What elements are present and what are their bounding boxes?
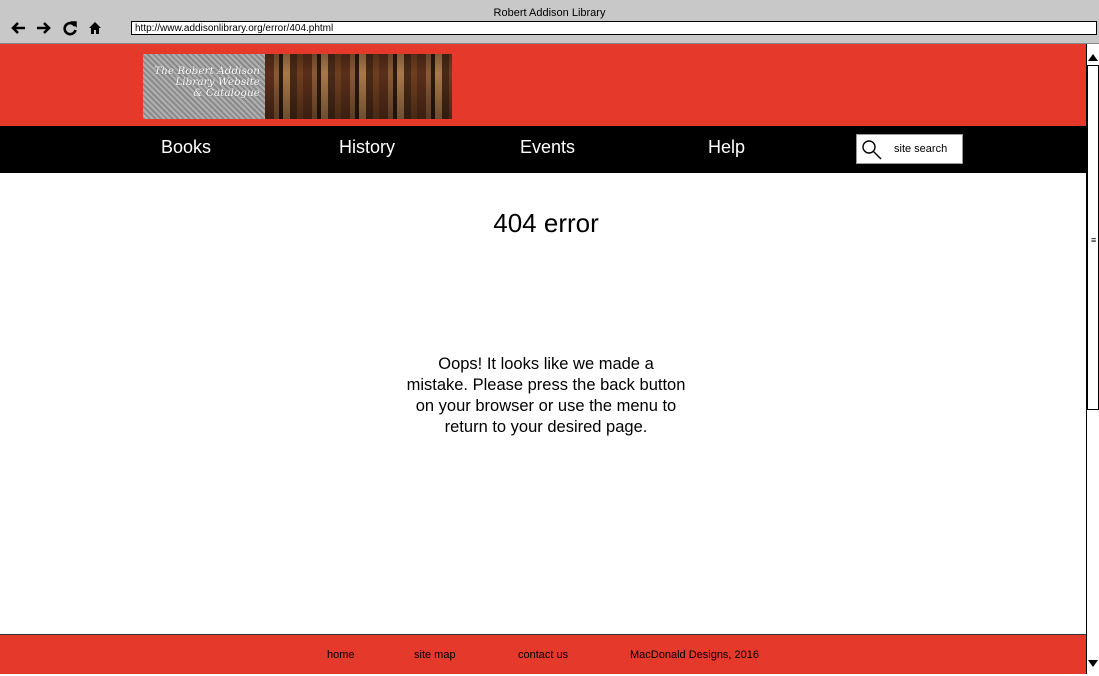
logo-text-panel: The Robert Addison Library Website & Catal…	[143, 54, 265, 119]
browser-chrome: Robert Addison Library http://www.addiso…	[0, 0, 1099, 44]
nav-item-books[interactable]: Books	[161, 126, 211, 173]
scrollbar-thumb[interactable]: ≡	[1087, 65, 1099, 410]
nav-item-events[interactable]: Events	[520, 126, 575, 173]
logo-books-image	[265, 54, 452, 119]
footer-link-site-map[interactable]: site map	[414, 649, 456, 661]
scroll-up-icon[interactable]	[1087, 50, 1099, 64]
nav-item-history[interactable]: History	[339, 126, 395, 173]
vertical-scrollbar[interactable]: ≡	[1086, 44, 1099, 674]
browser-nav-buttons	[10, 20, 102, 36]
footer-credit: MacDonald Designs, 2016	[630, 649, 760, 661]
reload-icon[interactable]	[62, 20, 78, 36]
error-message: Oops! It looks like we made a mistake. P…	[406, 355, 686, 436]
nav-item-help[interactable]: Help	[708, 126, 745, 173]
back-icon[interactable]	[10, 21, 26, 35]
address-bar[interactable]: http://www.addisonlibrary.org/error/404.…	[131, 21, 1097, 35]
footer-link-home[interactable]: home	[327, 649, 355, 661]
scroll-down-icon[interactable]	[1087, 657, 1099, 671]
home-icon[interactable]	[88, 21, 102, 35]
site-logo[interactable]: The Robert Addison Library Website & Catal…	[143, 54, 452, 119]
site-footer: home site map contact us MacDonald Desig…	[0, 634, 1086, 674]
search-icon	[862, 140, 882, 160]
search-placeholder: site search	[894, 143, 948, 155]
footer-link-contact-us[interactable]: contact us	[518, 649, 568, 661]
logo-text-line: & Catalogue	[193, 87, 260, 99]
window-title: Robert Addison Library	[493, 7, 606, 19]
site-search-input[interactable]: site search	[856, 134, 963, 164]
scrollbar-grip-icon: ≡	[1091, 235, 1097, 245]
forward-icon[interactable]	[36, 21, 52, 35]
logo-text: The Robert Addison Library Website & Catal…	[142, 66, 260, 99]
page-title: 404 error	[493, 208, 599, 238]
